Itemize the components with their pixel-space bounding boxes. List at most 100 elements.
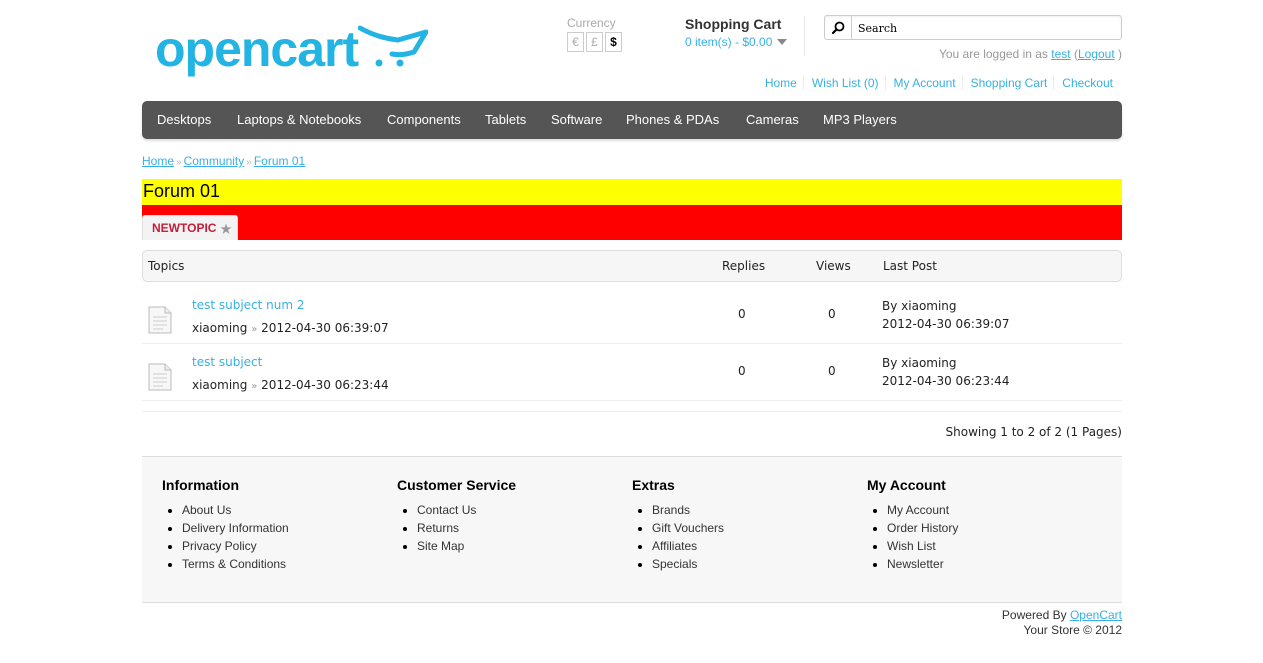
- topic-author[interactable]: xiaoming: [192, 378, 247, 392]
- welcome-prefix: You are logged in as: [938, 47, 1048, 61]
- meta-separator: »: [251, 381, 258, 392]
- footer-heading: My Account: [867, 477, 946, 493]
- last-post-author: By xiaoming: [882, 356, 957, 370]
- copyright: Your Store © 2012: [1023, 623, 1122, 637]
- topic-views: 0: [828, 307, 836, 321]
- search-input[interactable]: [858, 20, 1113, 36]
- search-button[interactable]: [825, 16, 852, 39]
- category-menu: Desktops Laptops & Notebooks Components …: [142, 101, 1122, 139]
- topic-meta: xiaoming » 2012-04-30 06:23:44: [192, 378, 389, 392]
- powered-by: Powered By OpenCart Your Store © 2012: [1002, 608, 1122, 638]
- footer-link-site-map[interactable]: Site Map: [417, 537, 617, 555]
- powered-by-prefix: Powered By: [1001, 608, 1067, 622]
- footer-link-returns[interactable]: Returns: [417, 519, 617, 537]
- topic-meta: xiaoming » 2012-04-30 06:39:07: [192, 321, 389, 335]
- menu-item-desktops[interactable]: Desktops: [157, 112, 211, 127]
- currency-selector: Currency € £ $: [567, 16, 637, 56]
- footer-link-privacy-policy[interactable]: Privacy Policy: [182, 537, 382, 555]
- footer-column-customer-service: Customer Service Contact Us Returns Site…: [397, 477, 617, 555]
- star-icon: [220, 223, 232, 234]
- search-icon: [832, 21, 845, 34]
- new-topic-button[interactable]: NEWTOPIC: [142, 215, 238, 240]
- footer-link-contact-us[interactable]: Contact Us: [417, 501, 617, 519]
- cart-summary: 0 item(s) - $0.00: [685, 35, 773, 49]
- menu-item-laptops-notebooks[interactable]: Laptops & Notebooks: [237, 112, 361, 127]
- breadcrumb-forum[interactable]: Forum 01: [254, 154, 305, 168]
- last-post-date: 2012-04-30 06:23:44: [882, 374, 1010, 388]
- forum-toolbar: [142, 205, 1122, 240]
- currency-label: Currency: [567, 16, 616, 30]
- currency-dollar-button[interactable]: $: [605, 32, 622, 52]
- topic-subject-link[interactable]: test subject num 2: [192, 298, 305, 312]
- footer-link-my-account[interactable]: My Account: [887, 501, 1087, 519]
- table-row: test subject num 2 xiaoming » 2012-04-30…: [142, 287, 1122, 344]
- footer-column-my-account: My Account My Account Order History Wish…: [867, 477, 1087, 573]
- footer-heading: Information: [162, 477, 239, 493]
- footer-link-gift-vouchers[interactable]: Gift Vouchers: [652, 519, 852, 537]
- forum-title-bar: Forum 01: [142, 179, 1122, 205]
- topic-views: 0: [828, 364, 836, 378]
- topic-date: 2012-04-30 06:39:07: [261, 321, 389, 335]
- table-row: test subject xiaoming » 2012-04-30 06:23…: [142, 344, 1122, 401]
- menu-item-tablets[interactable]: Tablets: [485, 112, 526, 127]
- link-shopping-cart[interactable]: Shopping Cart: [961, 76, 1054, 90]
- footer-link-brands[interactable]: Brands: [652, 501, 852, 519]
- footer-link-delivery-information[interactable]: Delivery Information: [182, 519, 382, 537]
- search-box: [824, 15, 1122, 40]
- footer-link-newsletter[interactable]: Newsletter: [887, 555, 1087, 573]
- menu-item-components[interactable]: Components: [387, 112, 461, 127]
- document-icon: [148, 363, 172, 391]
- footer-column-information: Information About Us Delivery Informatio…: [162, 477, 382, 573]
- link-checkout[interactable]: Checkout: [1053, 76, 1122, 90]
- header-replies: Replies: [722, 259, 766, 273]
- last-post-author: By xiaoming: [882, 299, 957, 313]
- account-username-link[interactable]: test: [1051, 47, 1070, 61]
- top-links: Home Wish List (0) My Account Shopping Cart…: [757, 76, 1122, 90]
- footer-link-about-us[interactable]: About Us: [182, 501, 382, 519]
- forum-title: Forum 01: [143, 181, 221, 201]
- welcome-message: You are logged in as test (Logout ): [939, 47, 1122, 61]
- topic-replies: 0: [738, 307, 746, 321]
- topic-subject-link[interactable]: test subject: [192, 355, 262, 369]
- currency-pound-button[interactable]: £: [586, 32, 603, 52]
- footer-heading: Extras: [632, 477, 675, 493]
- logo-text: opencart: [155, 21, 359, 77]
- topics-table-header: Topics Replies Views Last Post: [142, 250, 1122, 282]
- footer-link-specials[interactable]: Specials: [652, 555, 852, 573]
- header-last-post: Last Post: [883, 259, 937, 273]
- link-my-account[interactable]: My Account: [884, 76, 962, 90]
- link-wish-list[interactable]: Wish List (0): [802, 76, 885, 90]
- topic-date: 2012-04-30 06:23:44: [261, 378, 389, 392]
- currency-euro-button[interactable]: €: [567, 32, 584, 52]
- menu-item-software[interactable]: Software: [551, 112, 602, 127]
- cart-title: Shopping Cart: [685, 16, 782, 32]
- footer-link-affiliates[interactable]: Affiliates: [652, 537, 852, 555]
- logout-link[interactable]: Logout: [1078, 47, 1115, 61]
- header-topics: Topics: [148, 259, 185, 273]
- divider: [142, 411, 1122, 412]
- opencart-link[interactable]: OpenCart: [1070, 608, 1122, 622]
- logo[interactable]: opencart: [155, 22, 430, 80]
- breadcrumb: Home» Community» Forum 01: [142, 154, 305, 168]
- link-home[interactable]: Home: [757, 76, 803, 90]
- footer-heading: Customer Service: [397, 477, 517, 493]
- meta-separator: »: [251, 324, 258, 335]
- breadcrumb-home[interactable]: Home: [142, 154, 174, 168]
- topic-author[interactable]: xiaoming: [192, 321, 247, 335]
- footer-column-extras: Extras Brands Gift Vouchers Affiliates S…: [632, 477, 852, 573]
- breadcrumb-separator: »: [246, 157, 252, 168]
- footer: Information About Us Delivery Informatio…: [142, 456, 1122, 603]
- cart-summary-toggle[interactable]: 0 item(s) - $0.00: [685, 35, 804, 49]
- footer-link-terms-conditions[interactable]: Terms & Conditions: [182, 555, 382, 573]
- chevron-down-icon: [777, 39, 788, 45]
- new-topic-label: NEWTOPIC: [152, 221, 217, 235]
- menu-item-phones-pdas[interactable]: Phones & PDAs: [626, 112, 719, 127]
- pagination-info: Showing 1 to 2 of 2 (1 Pages): [945, 425, 1122, 439]
- footer-link-wish-list[interactable]: Wish List: [887, 537, 1087, 555]
- menu-item-cameras[interactable]: Cameras: [746, 112, 799, 127]
- breadcrumb-community[interactable]: Community: [184, 154, 245, 168]
- breadcrumb-separator: »: [176, 157, 182, 168]
- document-icon: [148, 306, 172, 334]
- footer-link-order-history[interactable]: Order History: [887, 519, 1087, 537]
- menu-item-mp3-players[interactable]: MP3 Players: [823, 112, 897, 127]
